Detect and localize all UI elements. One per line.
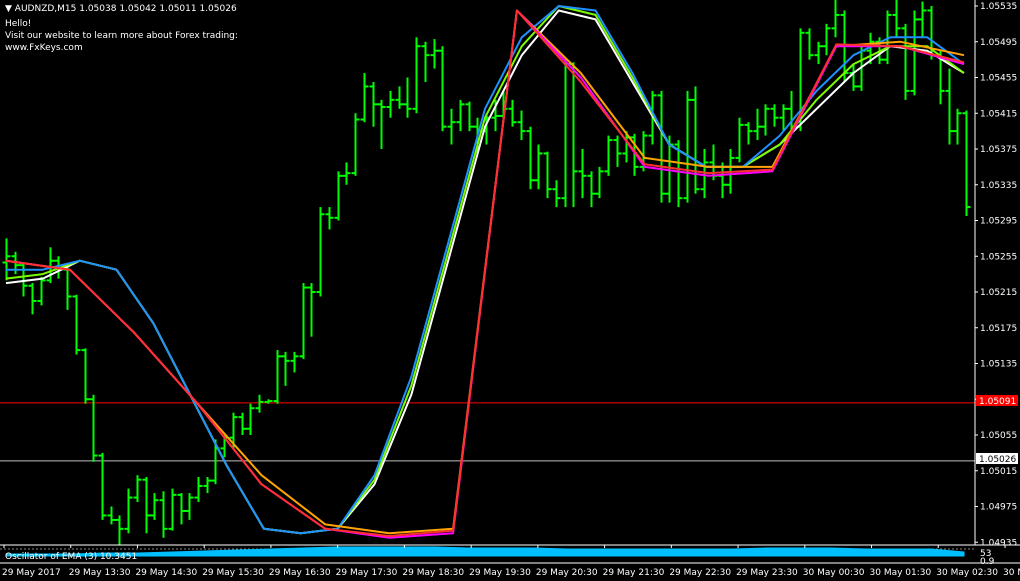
- x-tick-label: 29 May 2017: [2, 568, 61, 578]
- y-tick-label: 1.05175: [980, 324, 1017, 334]
- chart-symbol-header[interactable]: ▼ AUDNZD,M15 1.05038 1.05042 1.05011 1.0…: [5, 4, 237, 15]
- x-tick-label: 29 May 13:30: [69, 568, 131, 578]
- y-tick-label: 1.05295: [980, 217, 1017, 227]
- y-tick-label: 1.05335: [980, 181, 1017, 191]
- oscillator-area: [5, 546, 965, 557]
- y-tick-label: 1.05375: [980, 145, 1017, 155]
- price-tags: 1.05091 1.05026: [976, 395, 1018, 465]
- dropdown-triangle-icon[interactable]: ▼: [5, 4, 12, 14]
- osc-scale-bottom: 0.9: [980, 557, 995, 567]
- x-tick-label: 29 May 22:30: [669, 568, 731, 578]
- x-tick-label: 30 May 00:30: [803, 568, 865, 578]
- y-tick-label: 1.04935: [980, 538, 1017, 548]
- moving-average-lines: [5, 5, 965, 539]
- y-tick-label: 1.05215: [980, 288, 1017, 298]
- axes: [0, 0, 1020, 564]
- comment-line-1: Hello!: [5, 19, 32, 29]
- oscillator-panel: [0, 546, 975, 557]
- moving-average-line: [5, 9, 965, 537]
- level-lines: [0, 402, 975, 462]
- comment-line-3: www.FxKeys.com: [5, 43, 83, 53]
- x-tick-label: 30 May 02:30: [936, 568, 998, 578]
- y-tick-label: 1.05455: [980, 74, 1017, 84]
- x-tick-label: 29 May 15:30: [202, 568, 264, 578]
- x-tick-label: 29 May 19:30: [469, 568, 531, 578]
- y-tick-label: 1.05495: [980, 38, 1017, 48]
- symbol-info: AUDNZD,M15 1.05038 1.05042 1.05011 1.050…: [14, 4, 237, 14]
- red-line-tag: 1.05091: [979, 397, 1016, 407]
- y-tick-label: 1.04975: [980, 503, 1017, 513]
- oscillator-label: Oscillator of EMA (3) 10.3451: [5, 552, 137, 562]
- comment-line-2: Visit our website to learn more about Fo…: [5, 31, 238, 41]
- x-tick-label: 29 May 16:30: [269, 568, 331, 578]
- y-tick-label: 1.05255: [980, 252, 1017, 262]
- x-tick-label: 29 May 17:30: [336, 568, 398, 578]
- x-tick-label: 29 May 20:30: [536, 568, 598, 578]
- y-tick-label: 1.05015: [980, 467, 1017, 477]
- x-tick-label: 29 May 21:30: [603, 568, 665, 578]
- x-tick-label: 29 May 14:30: [135, 568, 197, 578]
- y-tick-label: 1.05415: [980, 109, 1017, 119]
- last-price-tag: 1.05026: [979, 455, 1016, 465]
- x-tick-label: 30 May 01:30: [870, 568, 932, 578]
- x-tick-label: 30 May 03:30: [1003, 568, 1020, 578]
- chart-canvas: 1.05535 1.05495 1.05455 1.05415 1.05375 1.053…: [0, 0, 1020, 578]
- x-tick-label: 29 May 23:30: [736, 568, 798, 578]
- y-tick-label: 1.05535: [980, 2, 1017, 12]
- y-tick-label: 1.05135: [980, 360, 1017, 370]
- y-tick-labels: 1.05535 1.05495 1.05455 1.05415 1.05375 1.053…: [975, 2, 1017, 548]
- y-tick-label: 1.05055: [980, 431, 1017, 441]
- x-tick-label: 29 May 18:30: [402, 568, 464, 578]
